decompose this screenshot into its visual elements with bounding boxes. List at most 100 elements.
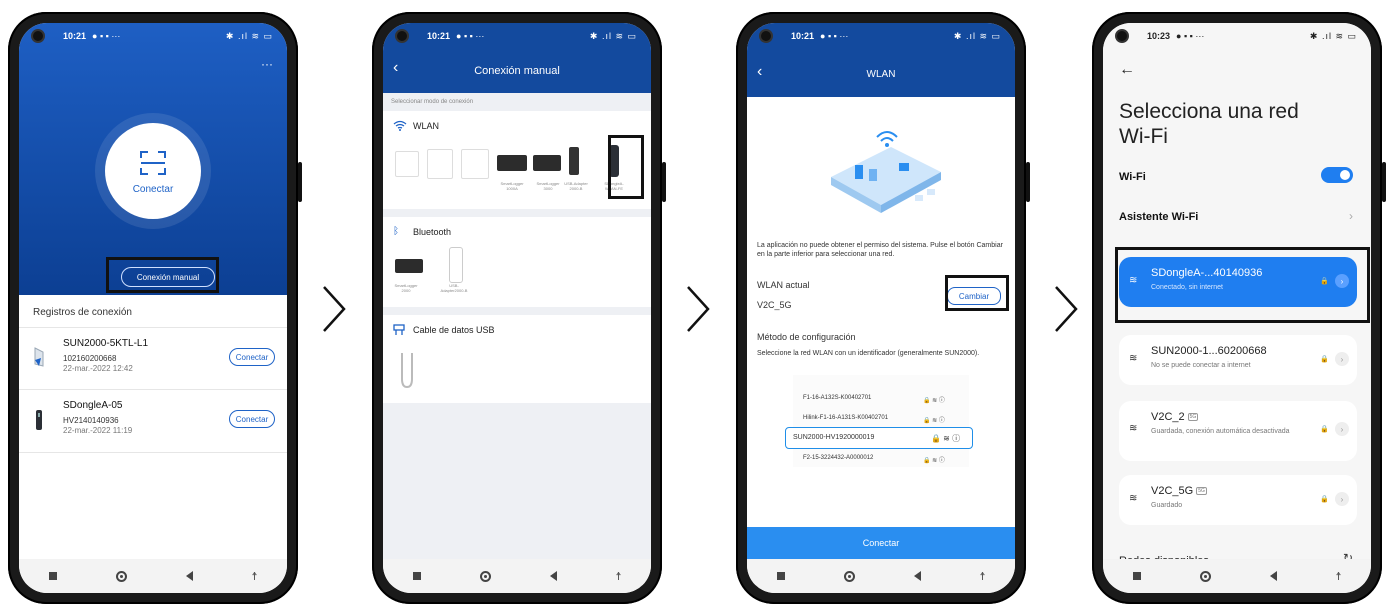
wifi-icon: ≋ [1129,493,1138,504]
back-icon[interactable] [549,571,557,581]
wifi-illustration [831,131,941,213]
permission-message: La aplicación no puede obtener el permis… [757,242,1003,258]
accessibility-icon[interactable]: ☨ [1336,570,1342,583]
accessibility-icon[interactable]: ☨ [252,570,258,583]
wifi-settings: 10:23 ● ▪ ▪ ··· ✱ .ıl ≋ ▭ ← Selecciona u… [1103,23,1371,567]
lock-wifi-info-icons: 🔒 ≋ ⓘ [923,398,945,404]
band-badge: 5G [1187,413,1199,422]
accessibility-icon[interactable]: ☨ [980,570,986,583]
status-bar: 10:21 ● ▪ ▪ ··· ✱ .ıl ≋ ▭ [19,23,287,49]
bluetooth-label: Bluetooth [413,227,452,237]
details-arrow-icon[interactable]: › [1335,422,1349,436]
status-system-icons: ✱ .ıl ≋ ▭ [589,30,637,41]
network-card[interactable]: ≋ SUN2000-1...60200668 No se puede conec… [1119,335,1357,385]
side-button [1382,162,1386,202]
wifi-label: Wi-Fi [1119,171,1146,183]
nav-bar: ☨ [747,559,1015,593]
chevron-right-icon: › [1349,209,1353,223]
device-label: USB-Adapter2000-B [440,283,468,293]
home-icon[interactable] [479,570,491,582]
record-name: SUN2000-5KTL-L1 [63,338,149,349]
nav-bar: ☨ [19,559,287,593]
scan-icon [140,150,166,175]
camera-icon [395,29,409,43]
highlight-box [608,135,644,199]
back-arrow-icon[interactable]: ← [1119,61,1135,79]
page-title: Conexión manual [474,65,560,77]
status-bar: 10:21 ● ▪ ▪ ··· ✱ .ıl ≋ ▭ [747,23,1015,49]
status-time: 10:21 [791,31,815,41]
back-icon[interactable] [1269,571,1277,581]
network-status: Guardada, conexión automática desactivad… [1151,428,1290,435]
device-thumb[interactable] [395,151,419,177]
wifi-toggle[interactable] [1321,167,1353,183]
details-arrow-icon[interactable]: › [1335,352,1349,366]
device-thumb[interactable] [395,259,423,273]
home-icon[interactable] [843,570,855,582]
device-thumb[interactable] [569,147,579,175]
bluetooth-section: ᛒ Bluetooth SmartLogger 2000 USB-Adapter… [383,217,651,307]
page-title: WLAN [866,69,896,80]
device-thumb[interactable] [497,155,527,171]
status-bar: 10:21 ● ▪ ▪ ··· ✱ .ıl ≋ ▭ [383,23,651,49]
usb-label: Cable de datos USB [413,325,495,335]
record-connect-button[interactable]: Conectar [229,410,275,428]
recents-icon[interactable] [776,572,785,580]
record-connect-button[interactable]: Conectar [229,348,275,366]
device-thumb[interactable] [449,247,463,283]
connect-scan-button[interactable]: Conectar [105,123,201,219]
device-thumb[interactable] [461,149,489,179]
network-item: F1-16-A132S-K00402701 [803,395,872,401]
record-row[interactable]: SUN2000-5KTL-L1 102160200668 22-mar.-202… [19,327,287,390]
back-icon[interactable] [185,571,193,581]
app-header: 10:21 ● ▪ ▪ ··· ✱ .ıl ≋ ▭ ‹ Conexión man… [383,23,651,93]
highlight-box [945,275,1009,311]
status-system-icons: ✱ .ıl ≋ ▭ [225,30,273,41]
network-name: V2C_5G 5G [1151,485,1207,497]
method-label: Método de configuración [757,332,856,342]
recents-icon[interactable] [1132,572,1141,580]
wifi-assistant-item[interactable]: Asistente Wi-Fi [1119,211,1198,223]
record-date: 22-mar.-2022 11:19 [63,426,133,435]
title-line: Wi-Fi [1119,125,1168,148]
wifi-icon: ≋ [1129,423,1138,434]
details-arrow-icon[interactable]: › [1335,492,1349,506]
usb-section: Cable de datos USB [383,315,651,403]
lock-icon: 🔒 [1320,496,1329,503]
home-icon[interactable] [1199,570,1211,582]
camera-icon [759,29,773,43]
recents-icon[interactable] [412,572,421,580]
network-card[interactable]: ≋ V2C_2 5G Guardada, conexión automática … [1119,401,1357,461]
connect-button[interactable]: Conectar [747,527,1015,559]
title-line: Selecciona una red [1119,100,1299,123]
nav-bar: ☨ [1103,559,1371,593]
lock-wifi-info-icons: 🔒 ≋ ⓘ [931,434,961,443]
device-thumb[interactable] [533,155,561,171]
device-label: SmartLogger 3000 [536,181,560,191]
network-item: Hilink-F1-16-A131S-K00402701 [803,415,889,421]
network-name-text: V2C_2 [1151,411,1185,423]
lock-icon: 🔒 [1320,426,1329,433]
record-name: SDongleA-05 [63,400,123,411]
network-item-selected: SUN2000-HV1920000019 [793,434,875,441]
home-icon[interactable] [115,570,127,582]
method-text: Seleccione la red WLAN con un identifica… [757,350,980,357]
app-header: 10:21 ● ▪ ▪ ··· ✱ .ıl ≋ ▭ ‹ WLAN [747,23,1015,97]
bluetooth-icon: ᛒ [393,226,399,237]
status-notification-icons: ● ▪ ▪ ··· [820,31,849,41]
network-name-text: V2C_5G [1151,485,1194,497]
record-serial: HV2140140936 [63,416,119,425]
device-thumb[interactable] [427,149,453,179]
status-system-icons: ✱ .ıl ≋ ▭ [1309,30,1357,41]
network-name: SUN2000-1...60200668 [1151,345,1267,357]
record-row[interactable]: SDongleA-05 HV2140140936 22-mar.-2022 11… [19,389,287,453]
band-badge: 5G [1196,487,1207,496]
accessibility-icon[interactable]: ☨ [616,570,622,583]
chevron-right-icon [684,284,712,334]
recents-icon[interactable] [48,572,57,580]
hero-header: 10:21 ● ▪ ▪ ··· ✱ .ıl ≋ ▭ ··· Conectar C… [19,23,287,295]
overflow-menu-icon[interactable]: ··· [261,57,273,71]
network-card[interactable]: ≋ V2C_5G 5G Guardado 🔒 › [1119,475,1357,525]
highlight-box [1115,247,1370,323]
back-icon[interactable] [913,571,921,581]
